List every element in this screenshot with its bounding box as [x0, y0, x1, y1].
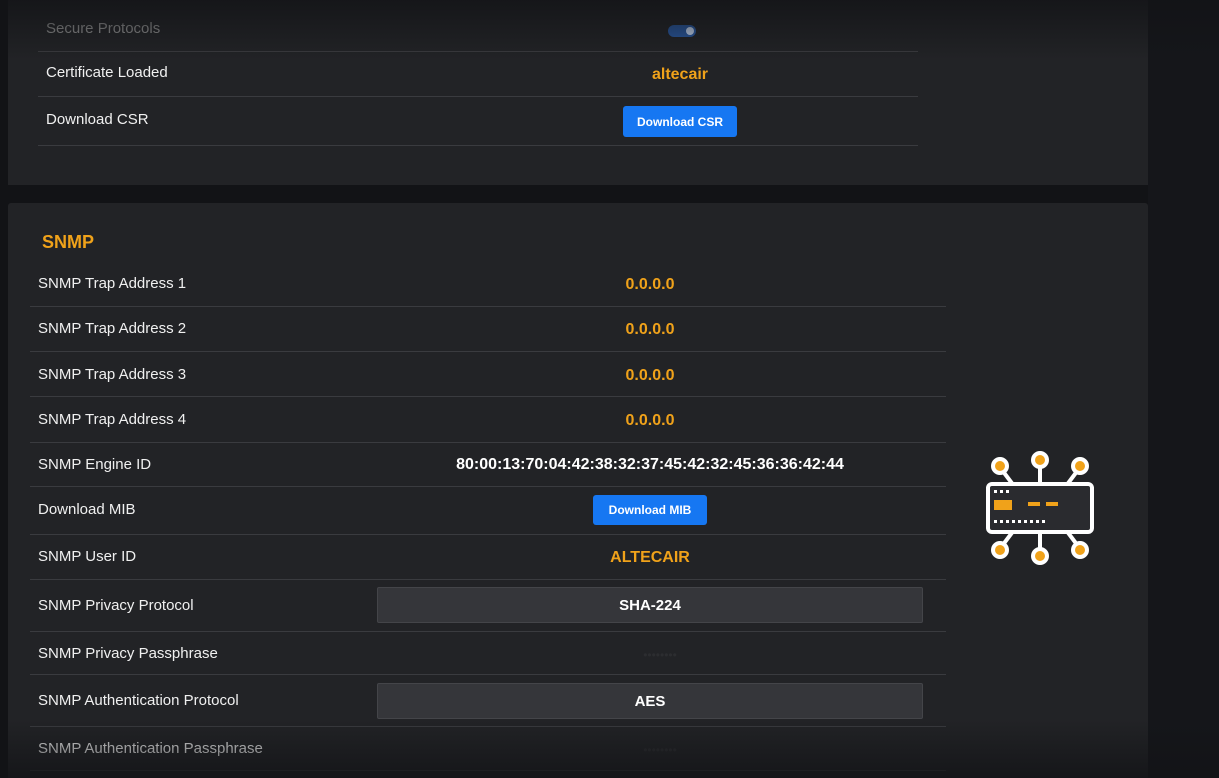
snmp-trap-address-1-row: SNMP Trap Address 1 0.0.0.0	[30, 261, 946, 307]
secure-protocols-toggle[interactable]	[668, 25, 696, 37]
snmp-privacy-protocol-select[interactable]: SHA-224	[377, 587, 923, 623]
snmp-trap-address-4-row: SNMP Trap Address 4 0.0.0.0	[30, 397, 946, 443]
snmp-auth-protocol-select[interactable]: AES	[377, 683, 923, 719]
snmp-auth-passphrase-label: SNMP Authentication Passphrase	[38, 740, 263, 757]
certificate-loaded-label: Certificate Loaded	[46, 64, 168, 81]
snmp-engine-id-label: SNMP Engine ID	[38, 456, 152, 473]
snmp-section-title: SNMP	[42, 232, 95, 252]
snmp-auth-protocol-row: SNMP Authentication Protocol AES	[30, 675, 946, 727]
download-mib-label: Download MIB	[38, 501, 136, 518]
snmp-trap-address-2-row: SNMP Trap Address 2 0.0.0.0	[30, 307, 946, 352]
snmp-trap-address-1-value: 0.0.0.0	[625, 276, 675, 293]
snmp-trap-address-2-value: 0.0.0.0	[625, 321, 675, 338]
snmp-user-id-label: SNMP User ID	[38, 548, 137, 565]
download-csr-label: Download CSR	[46, 111, 149, 128]
snmp-trap-address-4-label: SNMP Trap Address 4	[38, 411, 187, 428]
snmp-engine-id-value: 80:00:13:70:04:42:38:32:37:45:42:32:45:3…	[456, 456, 844, 473]
download-mib-row: Download MIB Download MIB	[30, 487, 946, 535]
download-mib-button[interactable]: Download MIB	[593, 495, 707, 525]
snmp-privacy-protocol-row: SNMP Privacy Protocol SHA-224	[30, 580, 946, 632]
certificate-panel: Secure Protocols Certificate Loaded alte…	[8, 0, 1148, 185]
snmp-privacy-protocol-label: SNMP Privacy Protocol	[38, 597, 194, 614]
snmp-trap-address-3-row: SNMP Trap Address 3 0.0.0.0	[30, 352, 946, 397]
toggle-knob	[686, 27, 694, 35]
certificate-loaded-value: altecair	[651, 66, 709, 83]
snmp-user-id-row: SNMP User ID ALTECAIR	[30, 535, 946, 580]
right-gutter	[1148, 0, 1219, 778]
snmp-privacy-passphrase-input[interactable]: ••••••••	[643, 648, 677, 662]
snmp-trap-address-2-label: SNMP Trap Address 2	[38, 320, 187, 337]
snmp-trap-address-3-label: SNMP Trap Address 3	[38, 366, 187, 383]
snmp-auth-passphrase-row: SNMP Authentication Passphrase ••••••••	[30, 727, 946, 771]
certificate-loaded-row: Certificate Loaded altecair	[38, 52, 918, 97]
snmp-trap-address-1-label: SNMP Trap Address 1	[38, 275, 187, 292]
download-csr-button[interactable]: Download CSR	[623, 106, 737, 137]
snmp-user-id-value: ALTECAIR	[610, 549, 690, 566]
network-hub-icon	[986, 451, 1094, 565]
snmp-auth-passphrase-input[interactable]: ••••••••	[643, 743, 677, 757]
secure-protocols-row: Secure Protocols	[38, 5, 918, 52]
snmp-auth-protocol-label: SNMP Authentication Protocol	[38, 692, 239, 709]
download-csr-row: Download CSR Download CSR	[38, 97, 918, 146]
snmp-privacy-passphrase-label: SNMP Privacy Passphrase	[38, 645, 218, 662]
snmp-trap-address-4-value: 0.0.0.0	[625, 412, 675, 429]
snmp-engine-id-row: SNMP Engine ID 80:00:13:70:04:42:38:32:3…	[30, 443, 946, 487]
secure-protocols-label: Secure Protocols	[46, 20, 161, 37]
snmp-trap-address-3-value: 0.0.0.0	[625, 367, 675, 384]
snmp-privacy-passphrase-row: SNMP Privacy Passphrase ••••••••	[30, 632, 946, 675]
